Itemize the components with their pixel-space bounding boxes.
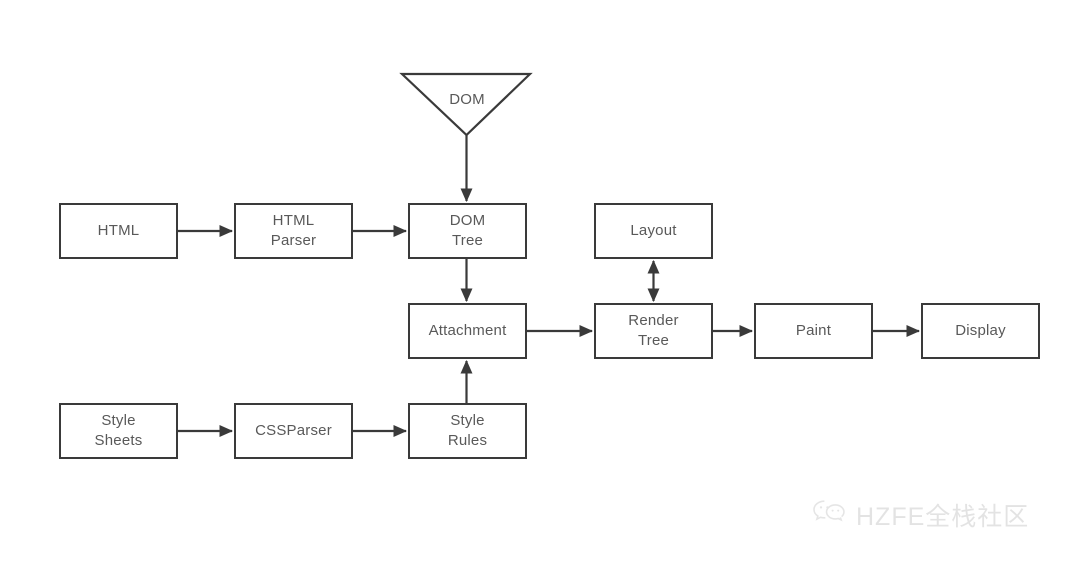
wechat-icon [812, 499, 846, 532]
node-css-parser[interactable]: CSSParser [234, 403, 353, 459]
node-display[interactable]: Display [921, 303, 1040, 359]
flowchart-diagram: DOM HTML HTML Parser DOM Tree Layout Att… [0, 0, 1080, 564]
node-attachment[interactable]: Attachment [408, 303, 527, 359]
node-paint[interactable]: Paint [754, 303, 873, 359]
node-style-rules[interactable]: Style Rules [408, 403, 527, 459]
node-style-sheets[interactable]: Style Sheets [59, 403, 178, 459]
node-render-tree[interactable]: Render Tree [594, 303, 713, 359]
node-dom-tree[interactable]: DOM Tree [408, 203, 527, 259]
node-html-parser[interactable]: HTML Parser [234, 203, 353, 259]
node-layout[interactable]: Layout [594, 203, 713, 259]
watermark: HZFE全栈社区 [812, 497, 1029, 533]
node-html[interactable]: HTML [59, 203, 178, 259]
dom-funnel-label: DOM [449, 91, 485, 108]
watermark-text: HZFE全栈社区 [856, 503, 1030, 531]
edge-layer [178, 72, 921, 438]
